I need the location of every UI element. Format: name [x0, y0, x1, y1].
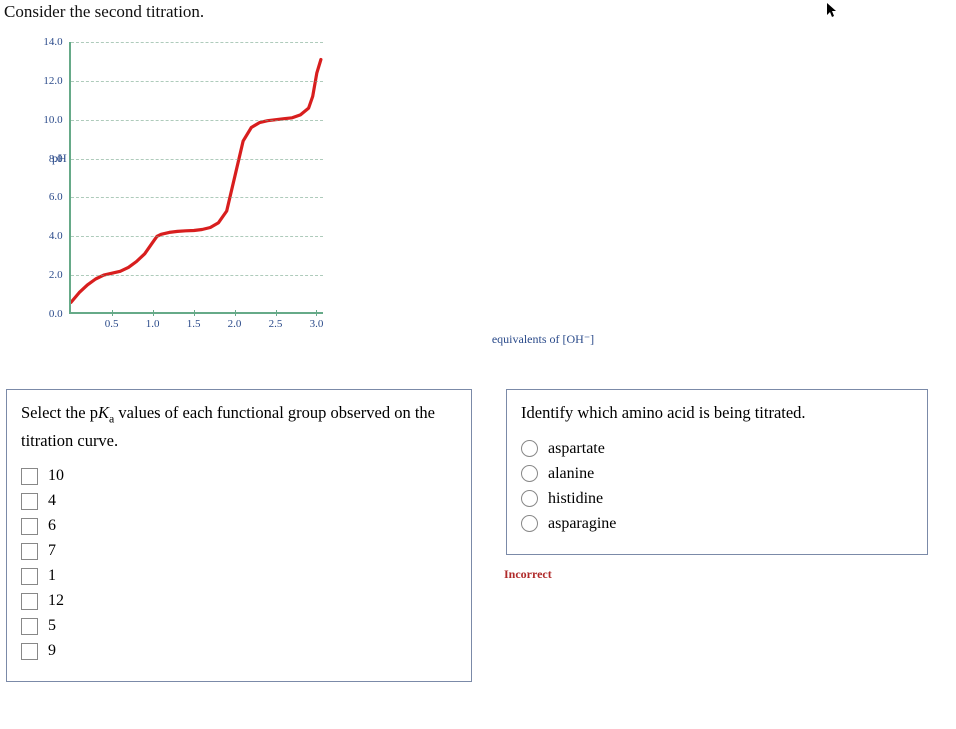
amino-option[interactable]: aspartate — [521, 440, 913, 458]
pka-option[interactable]: 5 — [21, 617, 457, 635]
titration-chart: pH 0.02.04.06.08.010.012.014.00.51.01.52… — [52, 42, 956, 347]
radio[interactable] — [521, 440, 538, 457]
chart-xticklabel: 1.5 — [187, 318, 201, 330]
pka-option[interactable]: 4 — [21, 492, 457, 510]
option-label: 1 — [48, 567, 56, 585]
chart-xtick — [194, 310, 195, 316]
pka-option[interactable]: 7 — [21, 542, 457, 560]
prompt-text: Select the p — [21, 403, 98, 422]
checkbox[interactable] — [21, 518, 38, 535]
checkbox[interactable] — [21, 493, 38, 510]
chart-xticklabel: 3.0 — [310, 318, 324, 330]
chart-yticklabel: 8.0 — [49, 153, 63, 165]
questions-row: Select the pKa values of each functional… — [0, 389, 956, 682]
radio[interactable] — [521, 490, 538, 507]
chart-curve — [71, 42, 325, 314]
chart-gridline — [71, 120, 323, 121]
question-amino-prompt: Identify which amino acid is being titra… — [521, 400, 913, 426]
chart-yticklabel: 4.0 — [49, 230, 63, 242]
question-amino-column: Identify which amino acid is being titra… — [506, 389, 928, 682]
pka-option[interactable]: 12 — [21, 592, 457, 610]
chart-xtick — [276, 310, 277, 316]
amino-option[interactable]: histidine — [521, 490, 913, 508]
question-pka-prompt: Select the pKa values of each functional… — [21, 400, 457, 453]
option-label: 6 — [48, 517, 56, 535]
checkbox[interactable] — [21, 468, 38, 485]
chart-yticklabel: 6.0 — [49, 191, 63, 203]
option-label: 12 — [48, 592, 64, 610]
chart-xtick — [316, 310, 317, 316]
chart-yticklabel: 0.0 — [49, 308, 63, 320]
option-label: asparagine — [548, 515, 616, 533]
option-label: 7 — [48, 542, 56, 560]
pka-option[interactable]: 6 — [21, 517, 457, 535]
question-pka-panel: Select the pKa values of each functional… — [6, 389, 472, 682]
chart-plot-area: 0.02.04.06.08.010.012.014.00.51.01.52.02… — [69, 42, 323, 314]
checkbox[interactable] — [21, 618, 38, 635]
option-label: 9 — [48, 642, 56, 660]
chart-gridline — [71, 81, 323, 82]
option-label: histidine — [548, 490, 603, 508]
chart-xtick — [153, 310, 154, 316]
amino-option[interactable]: asparagine — [521, 515, 913, 533]
chart-yticklabel: 10.0 — [43, 114, 62, 126]
feedback-incorrect: Incorrect — [504, 567, 928, 582]
radio[interactable] — [521, 515, 538, 532]
option-label: alanine — [548, 465, 594, 483]
chart-yticklabel: 14.0 — [43, 36, 62, 48]
chart-yticklabel: 12.0 — [43, 75, 62, 87]
pka-option[interactable]: 9 — [21, 642, 457, 660]
chart-xticklabel: 2.0 — [228, 318, 242, 330]
pka-option[interactable]: 1 — [21, 567, 457, 585]
chart-xticklabel: 2.5 — [269, 318, 283, 330]
pka-option[interactable]: 10 — [21, 467, 457, 485]
amino-option[interactable]: alanine — [521, 465, 913, 483]
chart-xtick — [235, 310, 236, 316]
chart-gridline — [71, 275, 323, 276]
chart-xticklabel: 0.5 — [105, 318, 119, 330]
chart-gridline — [71, 159, 323, 160]
checkbox[interactable] — [21, 593, 38, 610]
chart-xlabel: equivalents of [OH⁻] — [130, 332, 956, 347]
page-title: Consider the second titration. — [0, 0, 956, 24]
option-label: 10 — [48, 467, 64, 485]
option-label: aspartate — [548, 440, 605, 458]
checkbox[interactable] — [21, 543, 38, 560]
chart-xtick — [112, 310, 113, 316]
option-label: 4 — [48, 492, 56, 510]
question-amino-panel: Identify which amino acid is being titra… — [506, 389, 928, 555]
option-label: 5 — [48, 617, 56, 635]
prompt-text: K — [98, 403, 109, 422]
checkbox[interactable] — [21, 643, 38, 660]
chart-xticklabel: 1.0 — [146, 318, 160, 330]
chart-yticklabel: 2.0 — [49, 269, 63, 281]
chart-gridline — [71, 42, 323, 43]
chart-gridline — [71, 197, 323, 198]
checkbox[interactable] — [21, 568, 38, 585]
radio[interactable] — [521, 465, 538, 482]
chart-gridline — [71, 236, 323, 237]
